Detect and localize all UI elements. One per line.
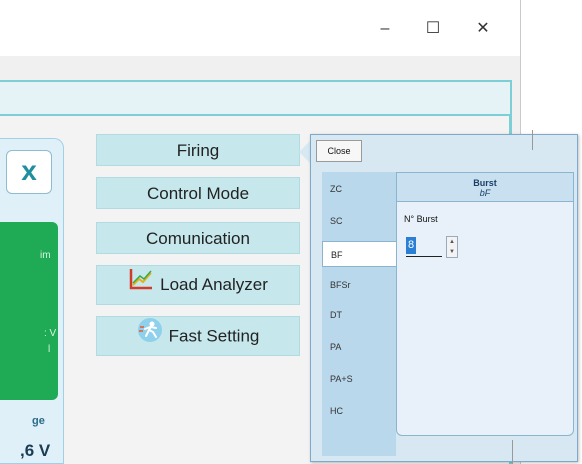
voltage-unit: V: [38, 441, 51, 460]
fast-setting-label: Fast Setting: [168, 326, 260, 346]
maximize-button[interactable]: ☐: [418, 14, 448, 44]
tab-sc[interactable]: SC: [322, 208, 396, 234]
tab-bfsr[interactable]: BFSr: [322, 272, 396, 298]
stepper-up-icon[interactable]: ▲: [447, 237, 457, 247]
voltage-readout: ,6 V: [20, 441, 50, 461]
tab-dt[interactable]: DT: [322, 302, 396, 328]
fast-setting-button[interactable]: Fast Setting: [96, 316, 300, 356]
divider: [512, 440, 513, 464]
status-text-3: l: [48, 344, 51, 355]
burst-count-label: N° Burst: [404, 214, 438, 224]
popup-close-button[interactable]: Close: [316, 140, 362, 162]
control-mode-button[interactable]: Control Mode: [96, 177, 300, 209]
status-box: im : V l: [0, 222, 58, 400]
burst-count-input[interactable]: 8: [406, 237, 416, 254]
chart-icon: [128, 267, 154, 305]
input-underline: [406, 256, 442, 257]
stage-label: ge: [32, 415, 45, 427]
tab-hc[interactable]: HC: [322, 398, 396, 424]
burst-subtitle: bF: [479, 188, 491, 198]
status-text-1: im: [40, 250, 51, 261]
stepper-down-icon[interactable]: ▼: [447, 247, 457, 257]
firing-button[interactable]: Firing: [96, 134, 300, 166]
divider: [532, 130, 533, 150]
tab-zc[interactable]: ZC: [322, 176, 396, 202]
x-logo-button[interactable]: x: [6, 150, 52, 194]
burst-panel: [396, 172, 574, 436]
toolbar: [0, 80, 512, 116]
burst-panel-header: Burst bF: [396, 172, 574, 202]
tab-pa-s[interactable]: PA+S: [322, 366, 396, 392]
comunication-button[interactable]: Comunication: [96, 222, 300, 254]
load-analyzer-button[interactable]: Load Analyzer: [96, 265, 300, 305]
tab-pa[interactable]: PA: [322, 334, 396, 360]
status-text-2: : V: [44, 328, 57, 339]
voltage-value: ,6: [20, 441, 35, 460]
load-analyzer-label: Load Analyzer: [160, 275, 268, 294]
burst-title: Burst: [473, 178, 497, 188]
tab-bf[interactable]: BF: [322, 241, 398, 267]
close-window-button[interactable]: ✕: [468, 14, 498, 44]
burst-count-stepper[interactable]: ▲ ▼: [446, 236, 458, 258]
running-figure-icon: [137, 317, 163, 357]
minimize-button[interactable]: –: [370, 14, 400, 44]
